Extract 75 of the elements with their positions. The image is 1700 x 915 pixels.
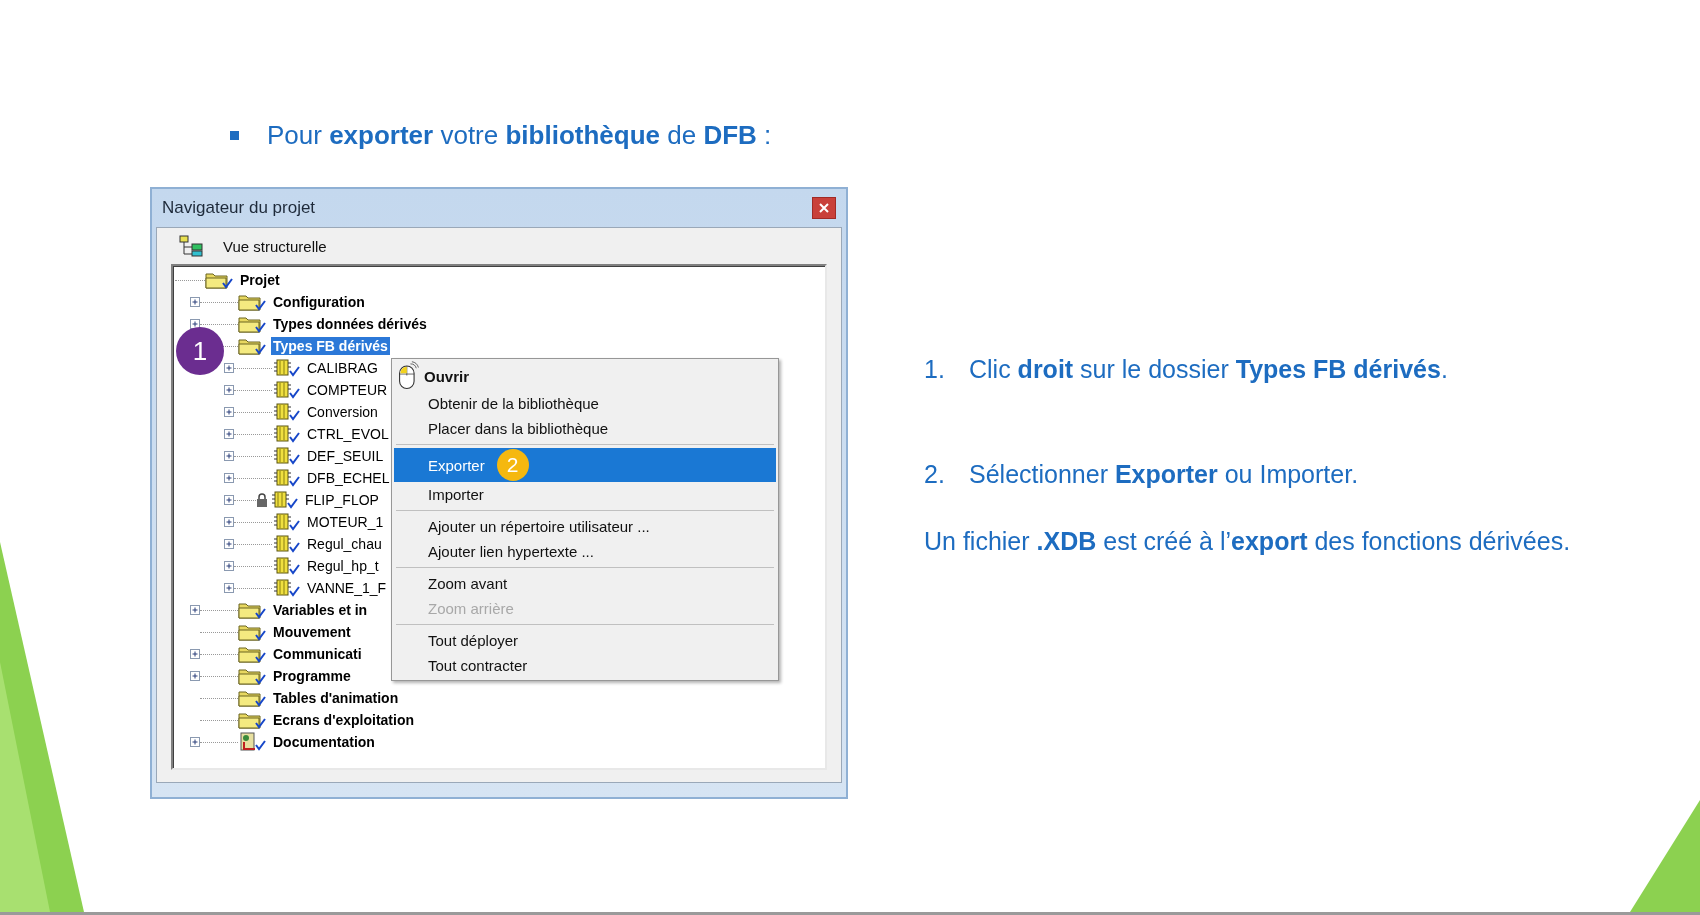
expand-icon[interactable]	[224, 473, 234, 483]
tree-item[interactable]: CTRL_EVOL	[305, 425, 391, 443]
note-text: Un fichier .XDB est créé à l’export des fonctions dérivées.	[924, 527, 1571, 556]
expand-icon[interactable]	[224, 495, 234, 505]
menu-item[interactable]: Zoom avant	[394, 571, 776, 596]
tree-item[interactable]: Mouvement	[271, 623, 353, 641]
tree-item[interactable]: Projet	[238, 271, 282, 289]
step-number: 1.	[924, 354, 946, 384]
expand-icon[interactable]	[224, 561, 234, 571]
window-title: Navigateur du projet	[162, 198, 316, 218]
tree-item[interactable]: Types FB dérivés	[271, 337, 390, 355]
folder-icon	[238, 292, 266, 312]
step-badge: 2	[496, 449, 529, 481]
folder-icon	[205, 270, 233, 290]
menu-item[interactable]: Placer dans la bibliothèque	[394, 416, 776, 441]
expand-icon[interactable]	[190, 737, 200, 747]
tree-item[interactable]: Documentation	[271, 733, 377, 751]
menu-item[interactable]: Ouvrir	[394, 361, 776, 391]
folder-icon	[238, 600, 266, 620]
folder-icon	[238, 710, 266, 730]
expand-icon[interactable]	[190, 649, 200, 659]
tree-item[interactable]: DEF_SEUIL	[305, 447, 386, 465]
function-block-icon	[270, 490, 298, 510]
tree-item[interactable]: COMPTEUR	[305, 381, 390, 399]
tree-item[interactable]: Types données dérivés	[271, 315, 429, 333]
expand-icon[interactable]	[224, 583, 234, 593]
folder-icon	[238, 666, 266, 686]
tree-item[interactable]: VANNE_1_F	[305, 579, 389, 597]
expand-icon[interactable]	[224, 429, 234, 439]
heading-text: Pour exporter votre bibliothèque de DFB :	[267, 119, 772, 151]
tree-item[interactable]: Programme	[271, 667, 353, 685]
expand-icon[interactable]	[190, 671, 200, 681]
expand-icon[interactable]	[224, 407, 234, 417]
tree-item[interactable]: Tables d'animation	[271, 689, 401, 707]
expand-icon[interactable]	[224, 363, 234, 373]
tree-item[interactable]: Variables et in	[271, 601, 370, 619]
expand-icon[interactable]	[190, 297, 200, 307]
expand-icon[interactable]	[224, 385, 234, 395]
tree-item[interactable]: Regul_hp_t	[305, 557, 381, 575]
menu-item[interactable]: Tout contracter	[394, 653, 776, 678]
menu-item[interactable]: Exporter 2	[394, 448, 776, 482]
tree-item[interactable]: Conversion	[305, 403, 380, 421]
menu-item[interactable]: Importer	[394, 482, 776, 507]
tree-item[interactable]: Regul_chau	[305, 535, 384, 553]
tree-item[interactable]: MOTEUR_1	[305, 513, 386, 531]
step-text: Clic droit sur le dossier Types FB dérivés.	[969, 354, 1448, 384]
expand-icon[interactable]	[224, 539, 234, 549]
step-number: 2.	[924, 459, 946, 489]
expand-icon[interactable]	[224, 451, 234, 461]
step-text: Sélectionner Exporter ou Importer.	[969, 459, 1359, 489]
tree-item[interactable]: CALIBRAG	[305, 359, 380, 377]
tree-item[interactable]: Communicati	[271, 645, 364, 663]
expand-icon[interactable]	[190, 605, 200, 615]
menu-item[interactable]: Ajouter un répertoire utilisateur ...	[394, 514, 776, 539]
folder-icon	[238, 644, 266, 664]
folder-icon	[238, 314, 266, 334]
view-label: Vue structurelle	[223, 237, 327, 255]
folder-icon	[238, 688, 266, 708]
menu-item[interactable]: Ajouter lien hypertexte ...	[394, 539, 776, 564]
step-badge: 1	[176, 327, 224, 375]
tree-item[interactable]: FLIP_FLOP	[303, 491, 381, 509]
menu-item[interactable]: Obtenir de la bibliothèque	[394, 391, 776, 416]
expand-icon[interactable]	[224, 517, 234, 527]
close-icon	[819, 203, 829, 213]
documentation-icon	[238, 732, 266, 752]
tree-item[interactable]: DFB_ECHEL	[305, 469, 392, 487]
close-button[interactable]	[812, 197, 836, 219]
tree-item[interactable]: Configuration	[271, 293, 367, 311]
bullet-icon	[230, 130, 239, 140]
tree-structure-icon[interactable]	[179, 235, 205, 257]
folder-icon	[238, 336, 266, 356]
menu-item[interactable]: Tout déployer	[394, 628, 776, 653]
tree-item[interactable]: Ecrans d'exploitation	[271, 711, 417, 729]
expand-icon[interactable]	[190, 319, 200, 329]
folder-icon	[238, 622, 266, 642]
